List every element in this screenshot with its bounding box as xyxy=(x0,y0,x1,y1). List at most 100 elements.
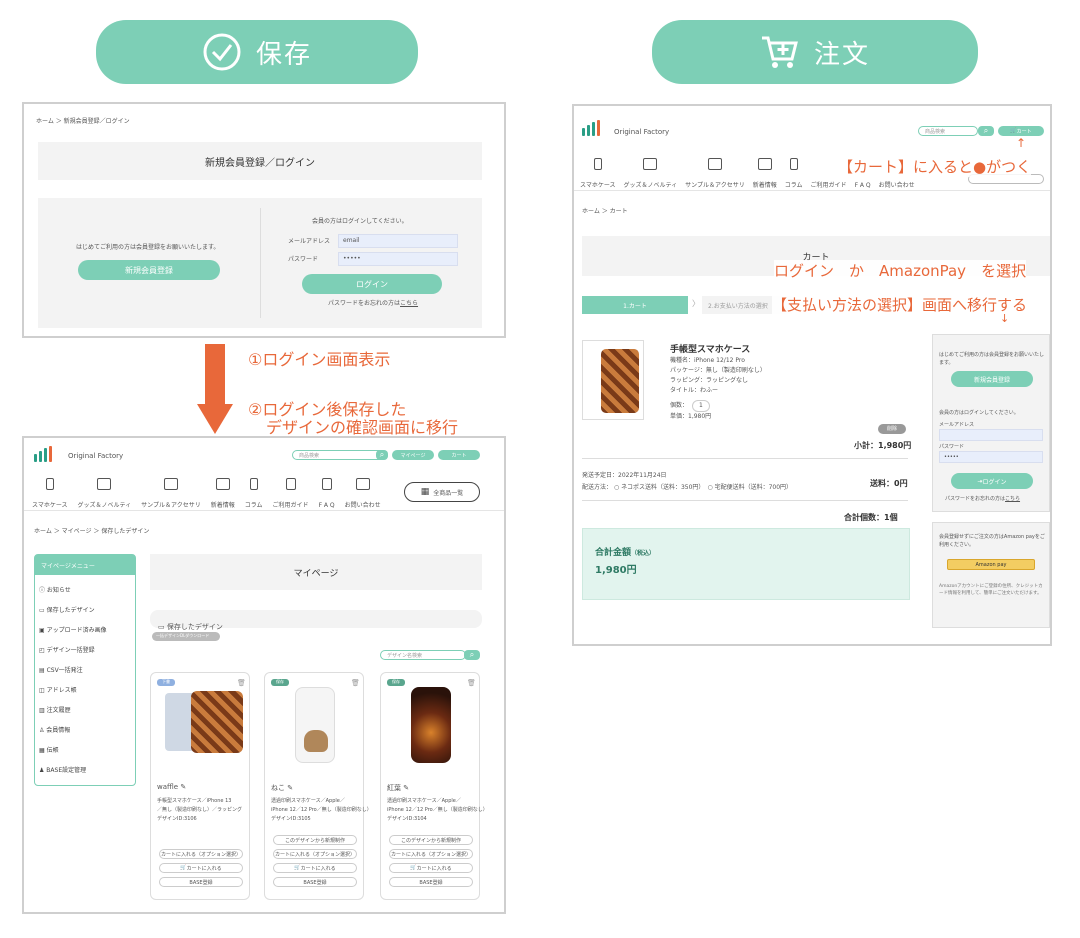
card-button-cart[interactable]: 🛒 カートに入れる xyxy=(273,863,357,873)
mypage-button[interactable]: マイページ xyxy=(392,450,434,460)
login-select-annotation: ログイン か AmazonPay を選択 xyxy=(774,260,1027,281)
sidebar-title: マイページメニュー xyxy=(35,555,135,575)
phone-icon xyxy=(45,478,54,490)
design-search-icon[interactable]: ⌕ xyxy=(464,650,480,660)
cart-button[interactable]: カート xyxy=(438,450,480,460)
search-icon[interactable]: ⌕ xyxy=(978,126,994,136)
cart-dot-annotation: 【カート】に入ると●がつく xyxy=(838,156,1032,177)
delete-button[interactable]: 削除 xyxy=(878,424,906,434)
password-field[interactable]: ••••• xyxy=(939,451,1043,463)
sidebar-item-bulk[interactable]: ◰ デザイン一括登録 xyxy=(39,645,95,654)
design-card[interactable]: 保存 🗑 ねこ ✎ 透過印刷スマホケース／Apple／ iPhone 12／12 … xyxy=(264,672,372,900)
down-arrow-shaft xyxy=(205,344,225,408)
cart-add-icon xyxy=(761,36,798,68)
card-button-bulk[interactable]: カートに入れる（オプション選択） xyxy=(389,849,473,859)
register-button[interactable]: 新規会員登録 xyxy=(78,260,220,280)
login-button[interactable]: ⇥ ログイン xyxy=(951,473,1033,489)
forgot-password: パスワードをお忘れの方はこちら xyxy=(945,496,1021,502)
bag-icon xyxy=(97,478,112,490)
card-button-base[interactable]: BASE登録 xyxy=(273,877,357,887)
nav-item-column[interactable]: コラム xyxy=(785,158,803,189)
cart-button[interactable]: 🛒 カート xyxy=(998,126,1044,136)
card-button-bulk[interactable]: カートに入れる（オプション選択） xyxy=(273,849,357,859)
status-badge: 保存 xyxy=(271,679,289,686)
email-field[interactable]: email xyxy=(338,234,458,248)
ship-method: 配送方法： ○ ネコポス送料（送料：350円） ○ 宅配便送料（送料：700円） xyxy=(582,484,793,491)
card-button-cart[interactable]: 🛒 カートに入れる xyxy=(159,863,243,873)
nav-item-case[interactable]: スマホケース xyxy=(32,478,68,509)
forgot-link[interactable]: こちら xyxy=(1005,496,1020,502)
search-input[interactable]: 商品検索 xyxy=(918,126,978,136)
nav-item-goods[interactable]: グッズ＆ノベルティ xyxy=(624,158,677,189)
login-button[interactable]: ログイン xyxy=(302,274,442,294)
trash-icon[interactable]: 🗑 xyxy=(467,679,476,687)
waffle-case-image xyxy=(191,691,243,753)
trash-icon[interactable]: 🗑 xyxy=(237,679,246,687)
card-button-new[interactable]: このデザインから新規制作 xyxy=(273,835,357,845)
mail-icon xyxy=(355,478,370,490)
nav-item-goods[interactable]: グッズ＆ノベルティ xyxy=(78,478,131,509)
login-screenshot: ホーム ＞ 新規会員登録／ログイン 新規会員登録／ログイン はじめてご利用の方は… xyxy=(22,102,506,338)
annotation-down-arrow-icon: ↓ xyxy=(1000,312,1010,325)
first-time-text: はじめてご利用の方は会員登録をお願いいたします。 xyxy=(76,244,220,251)
sidebar-item-csv[interactable]: ▤ CSV一括発注 xyxy=(39,665,83,674)
sidebar-item-member[interactable]: ♙ 会員情報 xyxy=(39,725,70,734)
sidebar-item-address[interactable]: ◫ アドレス帳 xyxy=(39,685,77,694)
design-card[interactable]: 保存 🗑 紅葉 ✎ 透過印刷スマホケース／Apple／ iPhone 12／12 … xyxy=(380,672,488,900)
card-button-new[interactable]: このデザインから新規制作 xyxy=(389,835,473,845)
sidebar: マイページメニュー ⓘ お知らせ ▭ 保存したデザイン ▣ アップロード済み画像… xyxy=(34,554,136,786)
all-products-button[interactable]: ▦ 全商品一覧 xyxy=(404,482,480,502)
sidebar-item-saved[interactable]: ▭ 保存したデザイン xyxy=(39,605,95,614)
email-field[interactable] xyxy=(939,429,1043,441)
mypage-breadcrumb: ホーム ＞ マイページ ＞ 保存したデザイン xyxy=(34,528,150,535)
card-button-cart[interactable]: 🛒 カートに入れる xyxy=(389,863,473,873)
email-label: メールアドレス xyxy=(288,238,331,245)
register-button[interactable]: 新規会員登録 xyxy=(951,371,1033,387)
sidebar-item-ledger[interactable]: ▦ 伝帳 xyxy=(39,745,59,754)
password-field[interactable]: ••••• xyxy=(338,252,458,266)
card-button-base[interactable]: BASE登録 xyxy=(389,877,473,887)
mypage-screenshot: Original Factory 商品検索 ⌕ マイページ カート スマホケース… xyxy=(22,436,506,914)
design-name: waffle ✎ xyxy=(157,783,187,791)
nav-item-contact[interactable]: お問い合わせ xyxy=(345,478,381,509)
step-arrow-icon: 〉 xyxy=(692,299,700,308)
card-button-base[interactable]: BASE登録 xyxy=(159,877,243,887)
trash-icon[interactable]: 🗑 xyxy=(351,679,360,687)
design-card[interactable]: 下書 🗑 waffle ✎ 手帳型スマホケース／iPhone 13 ／無し（製造印… xyxy=(150,672,250,900)
step2-annotation-line2: デザインの確認画面に移行 xyxy=(266,418,459,437)
quantity-input[interactable]: 1 xyxy=(692,400,710,412)
nav-item-news[interactable]: 新着情報 xyxy=(211,478,235,509)
hand-icon xyxy=(707,158,722,170)
password-label: パスワード xyxy=(939,444,965,450)
total-label: 合計金額（税込） xyxy=(595,548,656,558)
ship-option-2-radio[interactable]: ○ xyxy=(707,484,714,491)
search-icon[interactable]: ⌕ xyxy=(376,450,388,460)
search-input[interactable]: 商品検索 xyxy=(292,450,388,460)
payment-move-annotation: 【支払い方法の選択】画面へ移行する xyxy=(772,294,1028,315)
nav-item-column[interactable]: コラム xyxy=(245,478,263,509)
status-badge: 保存 xyxy=(387,679,405,686)
phone-icon xyxy=(593,158,602,170)
amazon-pay-button[interactable]: Amazon pay xyxy=(947,559,1035,570)
order-header: 注文 xyxy=(652,20,978,84)
cat-shape xyxy=(304,730,328,752)
nav-item-faq[interactable]: F A Q xyxy=(319,478,335,509)
divider xyxy=(582,500,908,501)
sidebar-item-base[interactable]: ♟ BASE設定管理 xyxy=(39,765,86,774)
breadcrumb: ホーム ＞ 新規会員登録／ログイン xyxy=(36,118,130,125)
product-specs: 機種名：iPhone 12/12 Pro パッケージ：無し（製造印刷なし） ラッ… xyxy=(670,357,766,420)
bulk-download-button[interactable]: 一括デザインDLダウンロード xyxy=(152,632,220,641)
nav-item-sample[interactable]: サンプル＆アクセサリ xyxy=(141,478,201,509)
forgot-link[interactable]: こちら xyxy=(400,300,418,307)
card-button-bulk[interactable]: カートに入れる（オプション選択） xyxy=(159,849,243,859)
nav-item-case[interactable]: スマホケース xyxy=(580,158,616,189)
nav-item-sample[interactable]: サンプル＆アクセサリ xyxy=(685,158,745,189)
save-header-label: 保存 xyxy=(255,39,312,70)
amazon-panel: 会員登録せずにご注文の方はAmazon payをご利用ください。 Amazon … xyxy=(932,522,1050,628)
nav-item-news[interactable]: 新着情報 xyxy=(753,158,777,189)
sidebar-item-orders[interactable]: ▥ 注文履歴 xyxy=(39,705,71,714)
design-search-input[interactable]: デザイン名検索 xyxy=(380,650,466,660)
sidebar-item-news[interactable]: ⓘ お知らせ xyxy=(39,585,71,594)
nav-item-guide[interactable]: ご利用ガイド xyxy=(273,478,309,509)
sidebar-item-uploads[interactable]: ▣ アップロード済み画像 xyxy=(39,625,107,634)
